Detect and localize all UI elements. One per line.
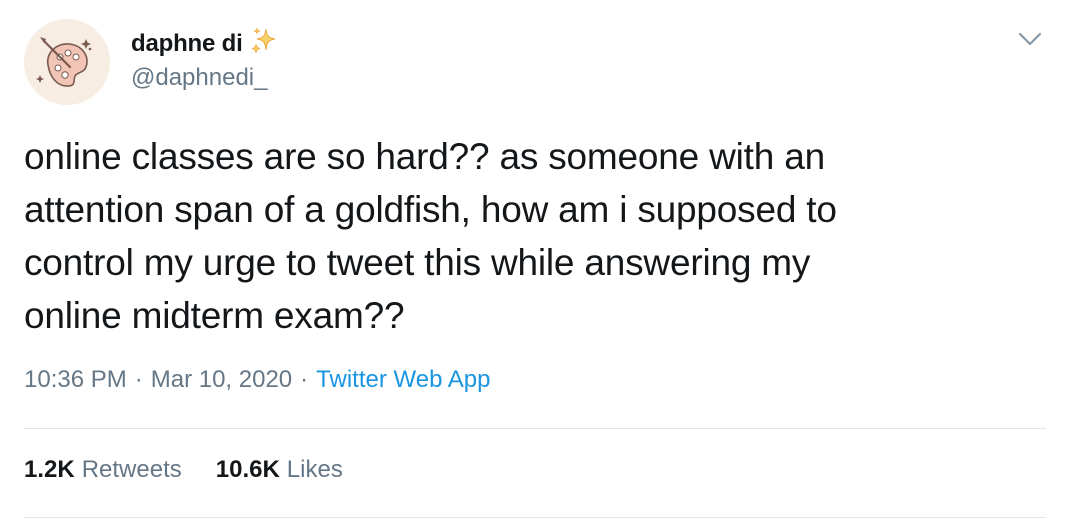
user-handle[interactable]: @daphnedi_ bbox=[131, 64, 267, 92]
retweets-count: 1.2K bbox=[24, 456, 75, 483]
retweets-stat[interactable]: 1.2K Retweets bbox=[24, 456, 182, 484]
tweet-date[interactable]: Mar 10, 2020 bbox=[151, 366, 292, 394]
likes-stat[interactable]: 10.6K Likes bbox=[216, 456, 343, 484]
tweet-text: online classes are so hard?? as someone … bbox=[24, 130, 1024, 342]
tweet-text-line: online classes are so hard?? as someone … bbox=[24, 136, 825, 177]
tweet-source-link[interactable]: Twitter Web App bbox=[316, 366, 490, 394]
display-name[interactable]: daphne di bbox=[131, 30, 243, 58]
divider bbox=[24, 428, 1046, 429]
tweet-meta: 10:36 PM · Mar 10, 2020 · Twitter Web Ap… bbox=[24, 366, 490, 394]
tweet-stats: 1.2K Retweets 10.6K Likes bbox=[24, 456, 343, 484]
tweet-time[interactable]: 10:36 PM bbox=[24, 366, 127, 394]
likes-count: 10.6K bbox=[215, 456, 280, 483]
meta-separator: · bbox=[300, 366, 309, 393]
meta-separator: · bbox=[134, 366, 143, 393]
palette-icon bbox=[24, 19, 110, 105]
tweet-card: daphne di @daphnedi_ online classes are … bbox=[0, 0, 1070, 520]
likes-label: Likes bbox=[286, 456, 343, 483]
avatar[interactable] bbox=[24, 19, 110, 105]
divider bbox=[24, 517, 1046, 518]
chevron-down-icon[interactable] bbox=[1016, 28, 1044, 50]
tweet-text-line: control my urge to tweet this while answ… bbox=[24, 242, 811, 283]
sparkles-icon bbox=[249, 26, 279, 61]
tweet-text-line: online midterm exam?? bbox=[24, 295, 405, 336]
retweets-label: Retweets bbox=[81, 456, 182, 483]
author-name-row[interactable]: daphne di bbox=[131, 27, 279, 61]
tweet-text-line: attention span of a goldfish, how am i s… bbox=[24, 189, 837, 230]
